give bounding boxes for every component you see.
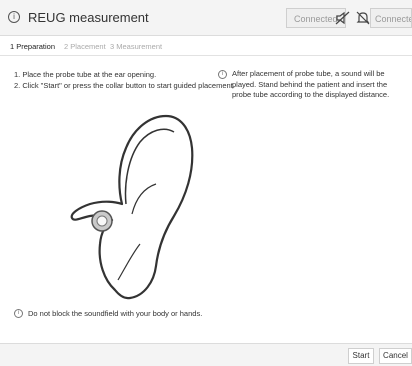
info-message-text: After placement of probe tube, a sound w…: [232, 69, 390, 99]
footer-bar: Start Cancel: [0, 343, 412, 366]
instructions: 1. Place the probe tube at the ear openi…: [14, 70, 235, 91]
info-message: i After placement of probe tube, a sound…: [218, 69, 408, 101]
tab-placement[interactable]: 2 Placement: [64, 42, 106, 51]
tab-preparation[interactable]: 1 Preparation: [10, 42, 55, 51]
info-icon: i: [218, 70, 227, 79]
tab-measurement[interactable]: 3 Measurement: [110, 42, 162, 51]
window-title: REUG measurement: [28, 10, 149, 25]
connection-status-2[interactable]: Connected: [370, 8, 412, 28]
info-icon: i: [8, 11, 20, 23]
cancel-button[interactable]: Cancel: [379, 348, 412, 364]
speaker-off-icon[interactable]: [334, 10, 352, 26]
start-button[interactable]: Start: [348, 348, 374, 364]
ear-illustration: [70, 114, 194, 300]
step-tabs: 1 Preparation 2 Placement 3 Measurement: [0, 36, 412, 56]
instruction-step-2: 2. Click "Start" or press the collar but…: [14, 80, 235, 90]
soundfield-warning: i Do not block the soundfield with your …: [14, 309, 202, 318]
info-icon: i: [14, 309, 23, 318]
soundfield-warning-text: Do not block the soundfield with your bo…: [28, 309, 203, 318]
instruction-step-1: 1. Place the probe tube at the ear openi…: [14, 70, 157, 79]
title-bar: i REUG measurement Connected Connected: [0, 0, 412, 36]
